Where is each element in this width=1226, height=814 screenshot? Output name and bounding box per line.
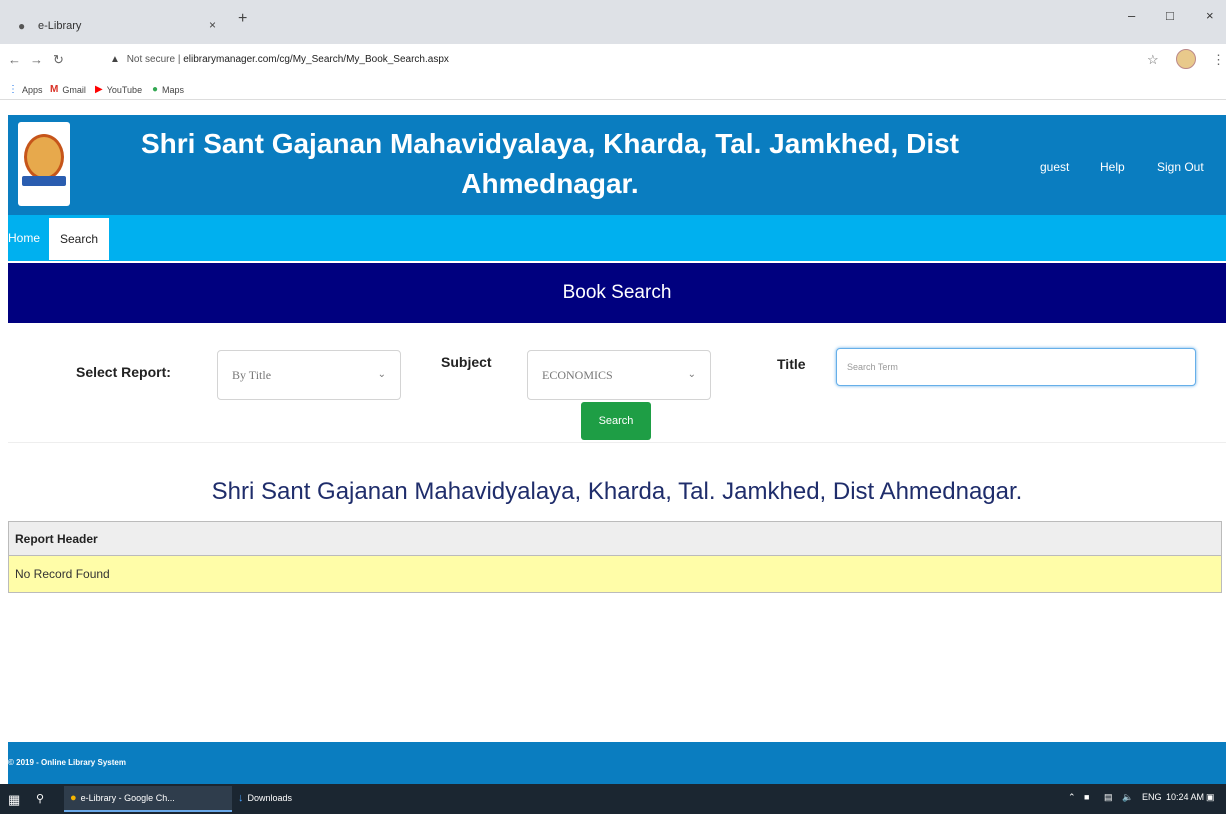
download-icon: ↓ bbox=[238, 792, 244, 804]
warning-icon: ▲ bbox=[110, 54, 120, 65]
report-title: Shri Sant Gajanan Mahavidyalaya, Kharda,… bbox=[211, 478, 1023, 505]
title-search-input[interactable] bbox=[836, 348, 1196, 386]
reload-icon[interactable]: ↻ bbox=[53, 52, 64, 68]
report-header: Report Header bbox=[9, 522, 1221, 556]
notification-icon[interactable]: ▣ bbox=[1206, 792, 1215, 803]
subject-label: Subject bbox=[441, 354, 492, 370]
tab-close-icon[interactable]: × bbox=[209, 18, 216, 32]
globe-icon: ● bbox=[18, 19, 26, 33]
logo-ribbon bbox=[22, 176, 66, 186]
screen: ● e-Library × + – □ × ← → ↻ ▲ Not secure… bbox=[0, 0, 1226, 814]
menu-item-home[interactable]: Home bbox=[8, 231, 46, 245]
tray-chevron-up-icon[interactable]: ⌃ bbox=[1068, 792, 1076, 803]
footer-text: © 2019 - Online Library System bbox=[8, 758, 126, 767]
sign-out-link[interactable]: Sign Out bbox=[1157, 160, 1204, 174]
report-message-row: No Record Found bbox=[9, 556, 1221, 592]
close-window-icon[interactable]: × bbox=[1206, 8, 1214, 23]
minimize-icon[interactable]: – bbox=[1128, 8, 1135, 23]
bookmark-youtube[interactable]: ▶ YouTube bbox=[95, 84, 142, 95]
select-report-label: Select Report: bbox=[76, 364, 171, 380]
windows-start-icon[interactable]: ▦ bbox=[8, 792, 24, 808]
forward-icon[interactable]: → bbox=[30, 52, 43, 67]
bookmark-maps[interactable]: ● Maps bbox=[152, 84, 184, 95]
language-indicator[interactable]: ENG bbox=[1142, 792, 1162, 802]
site-footer: © 2019 - Online Library System bbox=[8, 742, 1226, 784]
college-logo bbox=[18, 122, 70, 206]
url-field[interactable]: ▲ Not secure | elibrarymanager.com/cg/My… bbox=[110, 54, 449, 65]
profile-avatar[interactable] bbox=[1176, 49, 1196, 69]
select-report-dropdown[interactable]: By Title ⌄ bbox=[217, 350, 401, 400]
new-tab-button[interactable]: + bbox=[238, 10, 247, 28]
chrome-icon: ● bbox=[70, 792, 77, 804]
back-icon[interactable]: ← bbox=[8, 52, 21, 67]
select-report-value: By Title bbox=[232, 367, 272, 382]
site-title-line2: Ahmednagar. bbox=[461, 168, 639, 199]
logo-emblem bbox=[24, 134, 64, 180]
title-label: Title bbox=[777, 356, 806, 372]
site-title-line1: Shri Sant Gajanan Mahavidyalaya, Kharda,… bbox=[141, 128, 959, 159]
page-title: Book Search bbox=[8, 263, 1226, 323]
menu-bar bbox=[8, 215, 1226, 261]
maximize-icon[interactable]: □ bbox=[1166, 8, 1174, 23]
bookmark-apps[interactable]: ⋮ Apps bbox=[8, 84, 43, 95]
star-icon[interactable]: ☆ bbox=[1147, 52, 1159, 68]
chevron-down-icon: ⌄ bbox=[687, 369, 696, 380]
user-link[interactable]: guest bbox=[1040, 160, 1069, 174]
chevron-down-icon: ⌄ bbox=[377, 369, 386, 380]
site-title: Shri Sant Gajanan Mahavidyalaya, Kharda,… bbox=[120, 124, 980, 204]
taskbar-chrome-label: ● e-Library - Google Ch... bbox=[70, 792, 175, 804]
taskbar-downloads-button[interactable]: ↓ Downloads bbox=[238, 792, 292, 804]
subject-dropdown[interactable]: ECONOMICS ⌄ bbox=[527, 350, 711, 400]
kebab-menu-icon[interactable]: ⋮ bbox=[1212, 52, 1225, 68]
subject-value: ECONOMICS bbox=[542, 367, 613, 382]
maps-icon: ● bbox=[152, 84, 159, 95]
menu-item-search[interactable]: Search bbox=[49, 218, 109, 260]
volume-icon[interactable]: 🔈 bbox=[1122, 792, 1133, 803]
search-icon[interactable]: ⚲ bbox=[36, 792, 48, 805]
youtube-icon: ▶ bbox=[95, 84, 103, 95]
clock[interactable]: 10:24 AM bbox=[1166, 792, 1204, 802]
not-secure-label: Not secure bbox=[126, 54, 176, 65]
search-button[interactable]: Search bbox=[581, 402, 651, 440]
gmail-icon: M bbox=[50, 84, 59, 95]
apps-icon: ⋮ bbox=[8, 84, 18, 95]
bookmark-gmail[interactable]: M Gmail bbox=[50, 84, 86, 95]
help-link[interactable]: Help bbox=[1100, 160, 1125, 174]
form-divider bbox=[8, 442, 1226, 443]
tray-app-icon[interactable]: ■ bbox=[1084, 792, 1089, 802]
url-text: elibrarymanager.com/cg/My_Search/My_Book… bbox=[183, 54, 449, 65]
network-icon[interactable]: ▤ bbox=[1104, 792, 1113, 803]
tab-title: e-Library bbox=[38, 20, 82, 32]
url-separator: | bbox=[177, 54, 181, 65]
report-table: Report Header No Record Found bbox=[8, 521, 1222, 593]
browser-tab[interactable]: ● e-Library × bbox=[8, 8, 230, 44]
